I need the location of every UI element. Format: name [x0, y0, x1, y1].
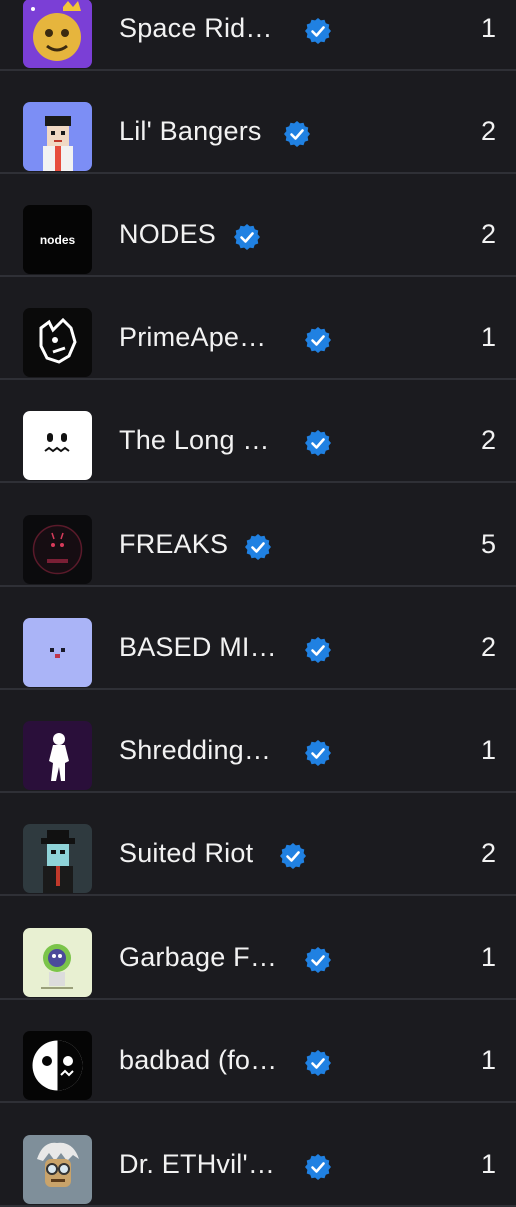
badbad-face-logo-icon — [23, 1031, 92, 1100]
verified-badge-icon — [304, 326, 332, 354]
item-count: 2 — [480, 116, 496, 146]
collection-name: NODES — [119, 219, 217, 249]
collection-row-suited-riot[interactable]: Suited Riot 2 — [0, 793, 516, 896]
collection-row-primeape[interactable]: PrimeApe… 1 — [0, 277, 516, 380]
item-count: 1 — [480, 735, 496, 765]
verified-badge-icon — [304, 429, 332, 457]
collection-list: Space Rid… 1 Lil' Bangers 2 nodes NODES … — [0, 0, 516, 1207]
collection-name: PrimeApe… — [119, 322, 267, 352]
item-count: 1 — [480, 942, 496, 972]
collection-name: Lil' Bangers — [119, 116, 262, 146]
item-count: 5 — [480, 529, 496, 559]
collection-name: badbad (fo… — [119, 1045, 278, 1075]
verified-badge-icon — [233, 223, 261, 251]
verified-badge-icon — [304, 946, 332, 974]
verified-badge-icon — [304, 1153, 332, 1181]
collection-name: FREAKS — [119, 529, 229, 559]
verified-badge-icon — [304, 17, 332, 45]
collection-row-garbage-f[interactable]: Garbage F… 1 — [0, 897, 516, 1000]
item-count: 2 — [480, 425, 496, 455]
freaks-logo-icon — [23, 515, 92, 584]
verified-badge-icon — [244, 533, 272, 561]
collection-name: Shredding… — [119, 735, 272, 765]
item-count: 1 — [480, 13, 496, 43]
verified-badge-icon — [304, 739, 332, 767]
golden-smiley-avatar-icon — [23, 0, 92, 68]
collection-row-based-mi[interactable]: BASED MI… 2 — [0, 587, 516, 690]
item-count: 1 — [480, 322, 496, 352]
collection-name: BASED MI… — [119, 632, 277, 662]
collection-name: Space Rid… — [119, 13, 273, 43]
garbage-friend-art-icon — [23, 928, 92, 997]
svg-text:nodes: nodes — [40, 233, 76, 247]
collection-row-badbad[interactable]: badbad (fo… 1 — [0, 1000, 516, 1103]
item-count: 1 — [480, 1045, 496, 1075]
nodes-logo-icon: nodes — [23, 205, 92, 274]
verified-badge-icon — [304, 1049, 332, 1077]
verified-badge-icon — [304, 636, 332, 664]
item-count: 2 — [480, 632, 496, 662]
ghost-face-icon — [23, 411, 92, 480]
pixel-character-avatar-icon — [23, 102, 92, 171]
verified-badge-icon — [279, 842, 307, 870]
collection-row-freaks[interactable]: FREAKS 5 — [0, 484, 516, 587]
collection-name: Dr. ETHvil'… — [119, 1149, 276, 1179]
blue-face-icon — [23, 618, 92, 687]
collection-row-lil-bangers[interactable]: Lil' Bangers 2 — [0, 71, 516, 174]
scientist-avatar-icon — [23, 1135, 92, 1204]
collection-name: Suited Riot — [119, 838, 254, 868]
collection-row-nodes[interactable]: nodes NODES 2 — [0, 174, 516, 277]
item-count: 1 — [480, 1149, 496, 1179]
item-count: 2 — [480, 219, 496, 249]
sasquatch-silhouette-icon — [23, 721, 92, 790]
pixel-gentleman-avatar-icon — [23, 824, 92, 893]
collection-row-dr-ethvil[interactable]: Dr. ETHvil'… 1 — [0, 1104, 516, 1207]
collection-row-space-riders[interactable]: Space Rid… 1 — [0, 0, 516, 71]
collection-name: Garbage F… — [119, 942, 278, 972]
collection-row-the-long[interactable]: The Long … 2 — [0, 380, 516, 483]
collection-name: The Long … — [119, 425, 270, 455]
verified-badge-icon — [283, 120, 311, 148]
ape-head-logo-icon — [23, 308, 92, 377]
item-count: 2 — [480, 838, 496, 868]
collection-row-shredding[interactable]: Shredding… 1 — [0, 690, 516, 793]
